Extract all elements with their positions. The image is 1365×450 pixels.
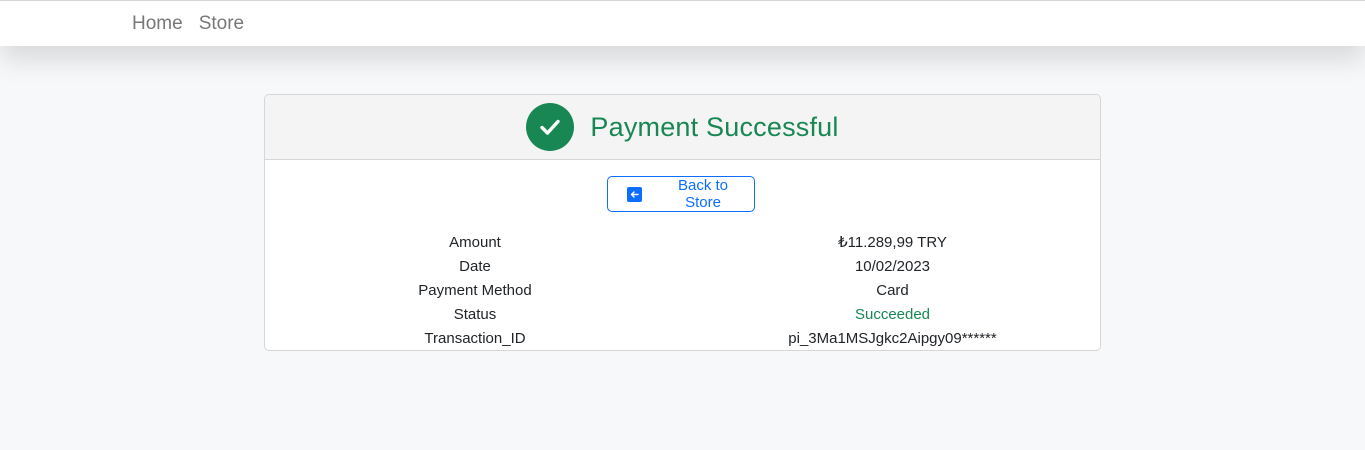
nav-link-store[interactable]: Store <box>199 13 244 35</box>
card-header: Payment Successful <box>265 95 1100 160</box>
card-body: Back to Store Amount ₺11.289,99 TRY Date… <box>265 160 1100 350</box>
detail-value: 10/02/2023 <box>854 257 931 275</box>
detail-label: Status <box>453 305 497 323</box>
back-to-store-button[interactable]: Back to Store <box>607 176 755 212</box>
detail-label: Amount <box>449 233 501 251</box>
detail-label: Transaction_ID <box>424 329 526 347</box>
detail-row-status: Status Succeeded <box>265 302 1100 326</box>
nav-link-home[interactable]: Home <box>132 13 183 35</box>
detail-row-date: Date 10/02/2023 <box>265 254 1100 278</box>
detail-value: ₺11.289,99 TRY <box>838 234 947 251</box>
back-to-store-label: Back to Store <box>677 177 729 211</box>
check-circle-icon <box>526 103 575 151</box>
navbar: Home Store <box>0 1 1365 46</box>
page-title: Payment Successful <box>590 111 839 142</box>
status-value: Succeeded <box>854 305 931 323</box>
detail-row-amount: Amount ₺11.289,99 TRY <box>265 230 1100 254</box>
detail-value: pi_3Ma1MSJgkc2Aipgy09****** <box>788 329 997 347</box>
payment-card: Payment Successful Back to Store Amount … <box>264 94 1101 351</box>
nav-links: Home Store <box>132 1 260 46</box>
detail-label: Payment Method <box>418 281 532 299</box>
detail-row-payment-method: Payment Method Card <box>265 278 1100 302</box>
detail-value: Card <box>876 281 909 299</box>
detail-row-transaction-id: Transaction_ID pi_3Ma1MSJgkc2Aipgy09****… <box>265 326 1100 350</box>
detail-label: Date <box>459 257 491 275</box>
payment-details: Amount ₺11.289,99 TRY Date 10/02/2023 Pa… <box>265 230 1100 350</box>
arrow-left-square-icon <box>627 186 642 202</box>
